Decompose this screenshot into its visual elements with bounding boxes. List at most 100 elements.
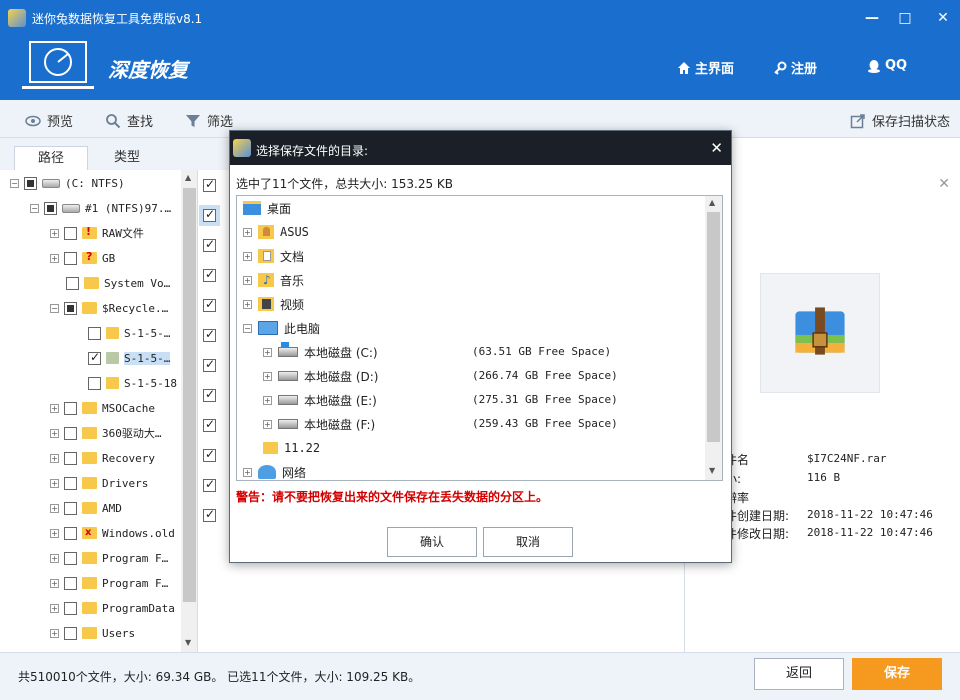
tree-item-program-files[interactable]: + Program F…	[50, 547, 168, 569]
file-checkbox[interactable]	[203, 417, 216, 432]
checkbox[interactable]	[64, 551, 77, 565]
qq-link[interactable]: QQ	[867, 58, 907, 73]
checkbox[interactable]	[64, 426, 77, 440]
checkbox[interactable]	[24, 176, 37, 190]
file-checkbox[interactable]	[203, 237, 216, 252]
expand-icon[interactable]: +	[50, 428, 59, 438]
register-link[interactable]: 注册	[773, 58, 817, 77]
tree-item-music[interactable]: + ♪ 音乐	[243, 269, 304, 291]
expand-icon[interactable]: +	[243, 275, 252, 285]
back-button[interactable]: 返回	[754, 658, 844, 690]
checkbox[interactable]	[66, 276, 79, 290]
expand-icon[interactable]: +	[50, 228, 59, 238]
home-link[interactable]: 主界面	[677, 58, 734, 77]
checkbox[interactable]	[64, 576, 77, 590]
close-icon[interactable]: ✕	[938, 176, 950, 192]
tree-item-disk-e[interactable]: + 本地磁盘 (E:)	[263, 389, 377, 411]
file-checkbox[interactable]	[203, 177, 216, 192]
checkbox[interactable]	[64, 226, 77, 240]
scroll-up-icon[interactable]: ▲	[185, 173, 191, 182]
expand-icon[interactable]: +	[50, 553, 59, 563]
tree-item-documents[interactable]: + 文档	[243, 245, 304, 267]
expand-icon[interactable]: +	[243, 251, 252, 261]
tree-item-amd[interactable]: + AMD	[50, 497, 122, 519]
expand-icon[interactable]: +	[50, 603, 59, 613]
dialog-close-icon[interactable]: ✕	[710, 139, 723, 157]
scrollbar-thumb[interactable]	[183, 188, 196, 602]
checkbox[interactable]	[44, 201, 57, 215]
tree-item-gb[interactable]: + ? GB	[50, 247, 115, 269]
checkbox[interactable]	[64, 501, 77, 515]
folder-tree-scrollbar[interactable]: ▲ ▼	[705, 196, 722, 480]
tree-item-programdata[interactable]: + ProgramData	[50, 597, 175, 619]
tree-item-c-drive[interactable]: − (C: NTFS)	[10, 172, 125, 194]
expand-icon[interactable]: +	[263, 419, 272, 429]
checkbox[interactable]	[64, 476, 77, 490]
confirm-button[interactable]: 确认	[387, 527, 477, 557]
tab-type[interactable]: 类型	[90, 146, 164, 170]
tree-item-raw[interactable]: + ! RAW文件	[50, 222, 144, 244]
file-checkbox[interactable]	[203, 327, 216, 342]
expand-icon[interactable]: +	[50, 453, 59, 463]
checkbox[interactable]	[64, 626, 77, 640]
tree-item-network[interactable]: + 网络	[243, 461, 306, 480]
checkbox[interactable]	[64, 601, 77, 615]
expand-icon[interactable]: +	[50, 253, 59, 263]
expand-icon[interactable]: +	[263, 395, 272, 405]
expand-icon[interactable]: +	[243, 467, 252, 477]
file-checkbox[interactable]	[203, 267, 216, 282]
tree-item-windows-old[interactable]: + x Windows.old	[50, 522, 175, 544]
close-button[interactable]: ✕	[928, 6, 958, 30]
expand-icon[interactable]: +	[50, 503, 59, 513]
expand-icon[interactable]: +	[50, 628, 59, 638]
tree-item-this-pc[interactable]: − 此电脑	[243, 317, 320, 339]
file-checkbox[interactable]	[199, 205, 220, 226]
filter-button[interactable]: 筛选	[185, 111, 233, 130]
collapse-icon[interactable]: −	[10, 178, 19, 188]
checkbox[interactable]	[64, 451, 77, 465]
cancel-button[interactable]: 取消	[483, 527, 573, 557]
tree-item-disk-c[interactable]: + 本地磁盘 (C:)	[263, 341, 378, 363]
collapse-icon[interactable]: −	[50, 303, 59, 313]
collapse-icon[interactable]: −	[243, 323, 252, 333]
tree-item-sid-1[interactable]: S-1-5-…	[88, 322, 170, 344]
scroll-up-icon[interactable]: ▲	[709, 198, 715, 207]
file-checkbox[interactable]	[203, 297, 216, 312]
preview-button[interactable]: 预览	[25, 111, 73, 130]
file-checkbox[interactable]	[203, 447, 216, 462]
maximize-button[interactable]: □	[890, 6, 920, 30]
expand-icon[interactable]: +	[263, 371, 272, 381]
save-button[interactable]: 保存	[852, 658, 942, 690]
tree-item-sid-2[interactable]: S-1-5-…	[88, 347, 171, 369]
expand-icon[interactable]: +	[50, 528, 59, 538]
tree-item-program-files-x86[interactable]: + Program F…	[50, 572, 168, 594]
tree-item-disk-f[interactable]: + 本地磁盘 (F:)	[263, 413, 375, 435]
tree-scrollbar[interactable]: ▲ ▼	[181, 170, 197, 652]
expand-icon[interactable]: +	[50, 578, 59, 588]
checkbox[interactable]	[88, 350, 101, 365]
tree-item-sid-3[interactable]: S-1-5-18	[88, 372, 177, 394]
expand-icon[interactable]: +	[243, 227, 252, 237]
file-checkbox[interactable]	[203, 357, 216, 372]
tree-item-desktop[interactable]: 桌面	[243, 197, 291, 219]
tree-item-partition[interactable]: − #1 (NTFS)97.…	[30, 197, 171, 219]
checkbox[interactable]	[88, 376, 101, 390]
tree-item-recovery[interactable]: + Recovery	[50, 447, 155, 469]
file-checkbox[interactable]	[203, 507, 216, 522]
file-checkbox[interactable]	[203, 387, 216, 402]
minimize-button[interactable]: —	[857, 6, 887, 30]
expand-icon[interactable]: +	[50, 478, 59, 488]
scrollbar-thumb[interactable]	[707, 212, 720, 442]
tree-item-asus[interactable]: + ASUS	[243, 221, 309, 243]
tree-item-disk-d[interactable]: + 本地磁盘 (D:)	[263, 365, 378, 387]
tree-item-recycle[interactable]: − $Recycle.…	[50, 297, 168, 319]
save-scan-state-button[interactable]: 保存扫描状态	[850, 111, 950, 130]
collapse-icon[interactable]: −	[30, 203, 39, 213]
checkbox[interactable]	[64, 401, 77, 415]
scroll-down-icon[interactable]: ▼	[709, 466, 715, 475]
checkbox[interactable]	[64, 251, 77, 265]
scroll-down-icon[interactable]: ▼	[185, 638, 191, 647]
tree-item-users[interactable]: + Users	[50, 622, 135, 644]
expand-icon[interactable]: +	[263, 347, 272, 357]
tree-item-system-volume[interactable]: System Vo…	[66, 272, 170, 294]
